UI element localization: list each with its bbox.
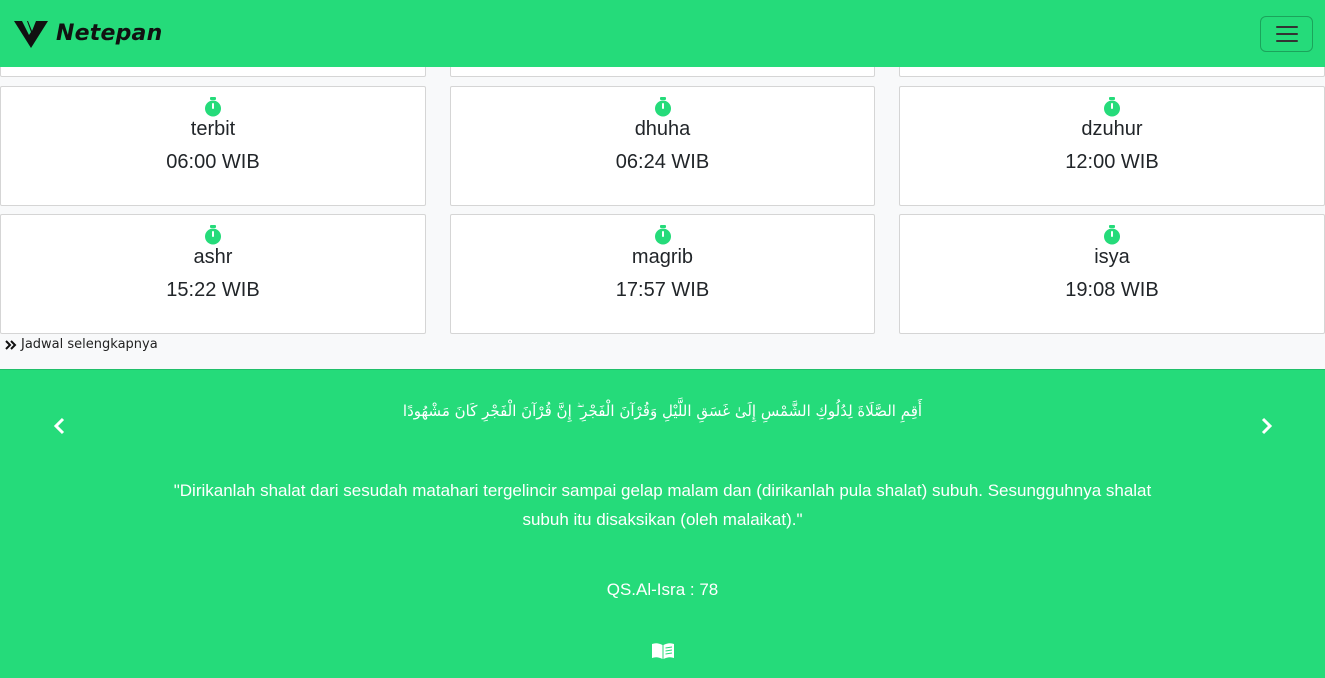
- prayer-card-isya: isya 19:08 WIB: [899, 214, 1325, 334]
- prayer-time: 06:24 WIB: [615, 151, 710, 173]
- brand-name: Netepan: [56, 21, 163, 46]
- prayer-time: 12:00 WIB: [1065, 151, 1159, 173]
- prayer-name: terbit: [190, 118, 236, 140]
- stopwatch-icon: [654, 225, 671, 245]
- prayer-time: 15:22 WIB: [166, 279, 260, 301]
- stopwatch-icon: [205, 225, 221, 245]
- prayer-time: 06:00 WIB: [166, 151, 260, 173]
- verse-source: QS.Al-Isra : 78: [606, 580, 719, 599]
- prayer-name: dzuhur: [1081, 118, 1143, 140]
- prayer-time: 17:57 WIB: [615, 279, 710, 301]
- prayer-card-ashr: ashr 15:22 WIB: [0, 214, 426, 334]
- chevron-right-icon[interactable]: [1256, 416, 1276, 436]
- v-logo-icon: [14, 20, 48, 48]
- prayer-name: ashr: [193, 246, 233, 268]
- hamburger-menu-icon: [1275, 25, 1298, 28]
- menu-toggle-button[interactable]: [1260, 15, 1313, 52]
- prayer-card-dhuha: dhuha 06:24 WIB: [450, 86, 875, 206]
- prayer-card-dzuhur: dzuhur 12:00 WIB: [899, 86, 1325, 206]
- full-schedule-link[interactable]: Jadwal selengkapnya: [4, 337, 158, 352]
- brand-link[interactable]: Netepan: [14, 19, 162, 49]
- stopwatch-icon: [1104, 225, 1120, 245]
- stopwatch-icon: [1104, 97, 1120, 117]
- verse-carousel: أَقِمِ الصَّلَاةَ لِدُلُوكِ الشَّمْسِ إِ…: [0, 369, 1325, 678]
- verse-translation: "Dirikanlah shalat dari sesudah matahari…: [173, 481, 1152, 529]
- open-book-icon[interactable]: [651, 642, 675, 660]
- prayer-time: 19:08 WIB: [1065, 279, 1159, 301]
- verse-arabic: أَقِمِ الصَّلَاةَ لِدُلُوكِ الشَّمْسِ إِ…: [402, 402, 923, 420]
- prayer-name: dhuha: [634, 118, 691, 140]
- chevron-left-icon[interactable]: [50, 416, 70, 436]
- stopwatch-icon: [205, 97, 221, 117]
- prayer-name: isya: [1094, 246, 1130, 268]
- prayer-name: magrib: [631, 246, 694, 268]
- prayer-card-magrib: magrib 17:57 WIB: [450, 214, 875, 334]
- navbar: Netepan: [0, 0, 1325, 67]
- stopwatch-icon: [654, 97, 671, 117]
- full-schedule-label: Jadwal selengkapnya: [21, 337, 158, 352]
- double-chevron-right-icon: [5, 339, 17, 350]
- prayer-card-terbit: terbit 06:00 WIB: [0, 86, 426, 206]
